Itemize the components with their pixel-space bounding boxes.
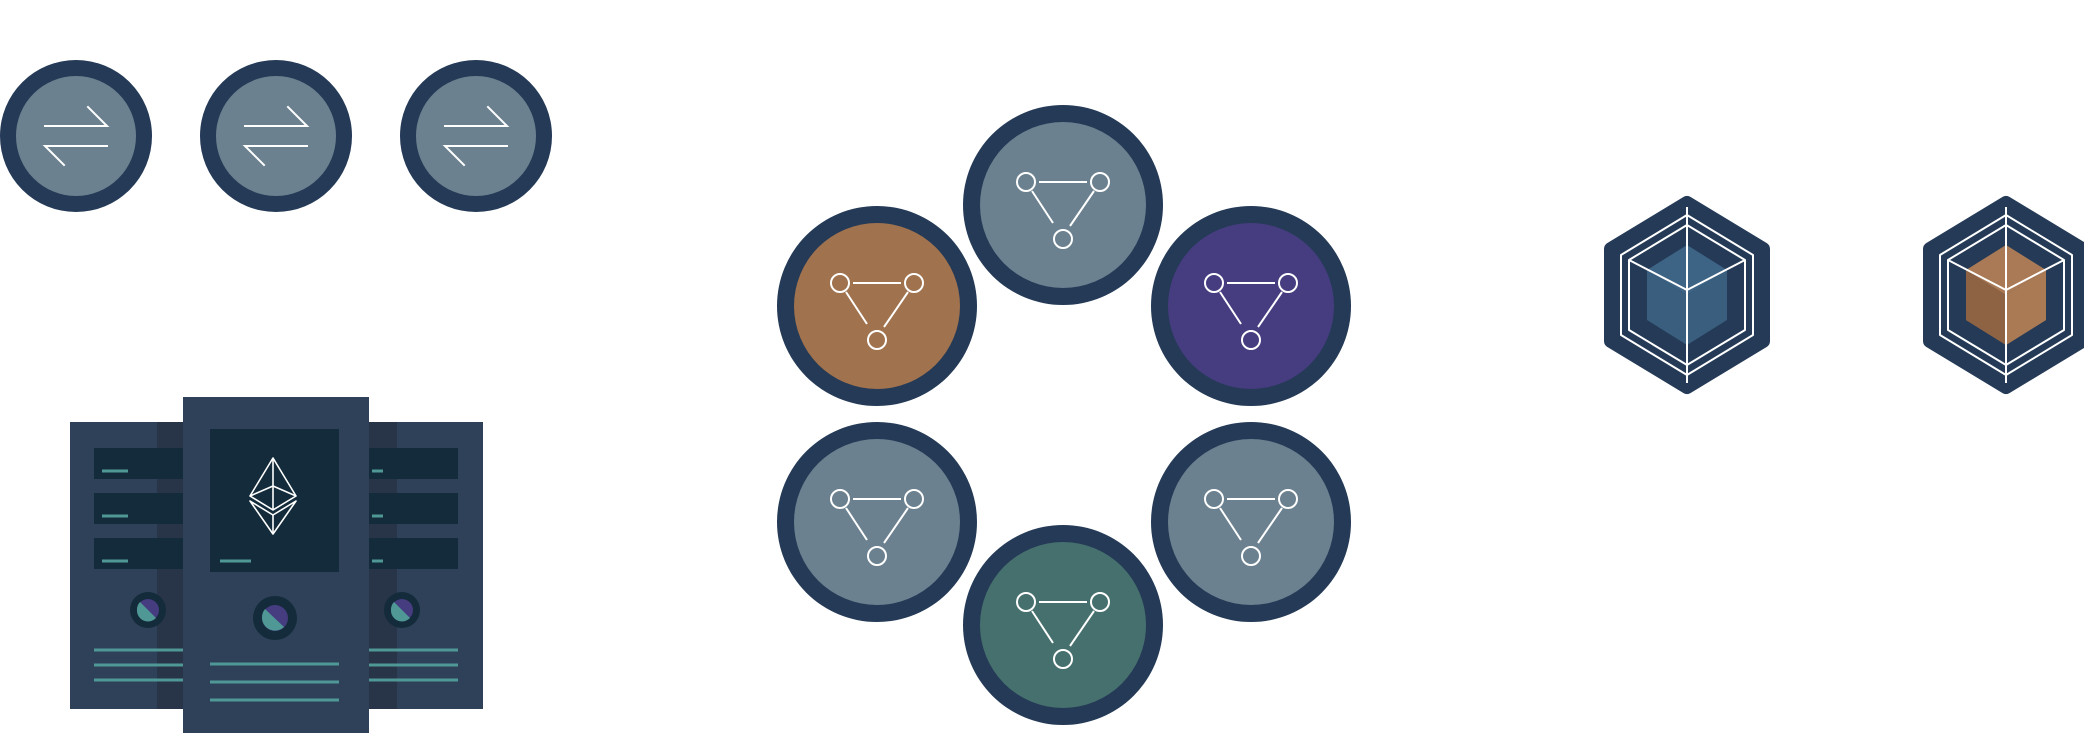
server-screen [210,429,339,572]
drive-slot [94,448,184,479]
cube-icons-group [1604,196,2084,394]
node-badge-upper-right [1151,206,1351,406]
hex-cube-icon [1923,196,2084,394]
transfer-badge [200,60,352,212]
node-badge-lower-right [1151,422,1351,622]
drive-slot [367,448,458,479]
server-rack-group [70,397,483,733]
node-badge-lower-left [777,422,977,622]
node-badge-top [963,105,1163,305]
drive-slot [94,538,184,569]
node-badge-bottom [963,525,1163,725]
node-badge-upper-left [777,206,977,406]
node-ring [777,105,1351,725]
drive-slot [367,493,458,524]
hex-cube-icon [1604,196,1770,394]
drive-slot [94,493,184,524]
illustration-canvas [0,60,2084,733]
drive-slot [367,538,458,569]
transfer-icons-row [0,60,552,212]
server-unit-center [183,397,369,733]
transfer-badge [0,60,152,212]
transfer-badge [400,60,552,212]
